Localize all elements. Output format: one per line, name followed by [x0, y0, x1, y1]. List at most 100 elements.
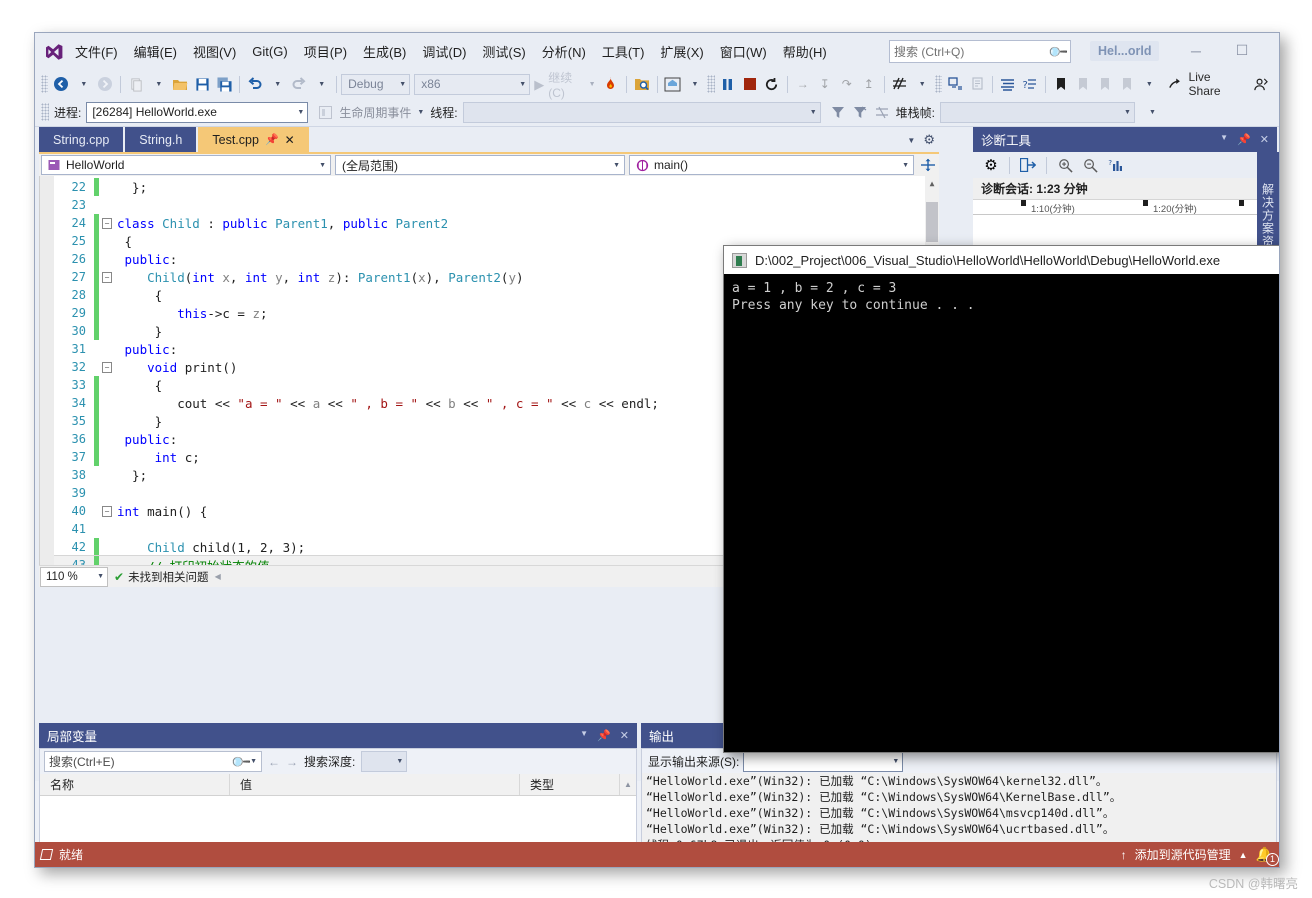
navigate-forward-icon[interactable] [94, 73, 116, 95]
new-item-dropdown-icon[interactable]: ▼ [147, 73, 169, 95]
console-output[interactable]: a = 1 , b = 2 , c = 3 Press any key to c… [724, 274, 1279, 752]
scroll-left-icon[interactable]: ◀ [215, 572, 221, 581]
bookmark-clear-icon[interactable] [1116, 73, 1138, 95]
select-tools-icon[interactable]: ? [1104, 154, 1126, 176]
split-view-icon[interactable] [917, 154, 939, 176]
continue-button[interactable]: ▶ 继续(C) ▼ [530, 71, 599, 100]
bookmark-prev-icon[interactable] [1072, 73, 1094, 95]
locals-search-input[interactable]: 搜索(Ctrl+E) 🔍 ▼ [44, 750, 262, 772]
open-folder-icon[interactable] [169, 73, 191, 95]
navigate-back-icon[interactable] [50, 73, 72, 95]
save-all-icon[interactable] [213, 73, 235, 95]
editor-tab-string-h[interactable]: String.h [125, 127, 197, 152]
menu-window[interactable]: 窗口(W) [713, 38, 774, 65]
editor-tab-test-cpp[interactable]: Test.cpp 📌 ✕ [198, 127, 309, 152]
menu-analyze[interactable]: 分析(N) [535, 38, 593, 65]
menu-debug[interactable]: 调试(D) [415, 38, 473, 65]
column-type[interactable]: 类型 [520, 774, 620, 795]
show-next-statement-icon[interactable]: → [792, 73, 814, 95]
fold-toggle-icon[interactable]: − [99, 361, 115, 373]
send-feedback-icon[interactable] [1249, 73, 1271, 95]
code-line[interactable]: 22 }; [40, 178, 939, 196]
window-layout-icon[interactable] [661, 73, 683, 95]
arrow-left-icon[interactable]: ← [268, 755, 280, 769]
search-input[interactable]: 搜索 (Ctrl+Q) [894, 43, 1050, 60]
toolbar-grip[interactable] [707, 75, 715, 93]
pin-icon[interactable]: 📌 [265, 133, 279, 146]
maximize-icon[interactable]: ☐ [1221, 37, 1263, 64]
restart-icon[interactable] [761, 73, 783, 95]
menu-file[interactable]: 文件(F) [68, 38, 125, 65]
bookmark-next-icon[interactable] [1094, 73, 1116, 95]
minimize-icon[interactable]: ─ [1175, 37, 1217, 64]
code-line[interactable]: 24− class Child : public Parent1, public … [40, 214, 939, 232]
member-select[interactable]: main() ▼ [629, 155, 914, 175]
scrollbar-thumb[interactable] [926, 202, 938, 242]
live-share-button[interactable]: Live Share [1160, 70, 1249, 98]
menu-edit[interactable]: 编辑(E) [127, 38, 184, 65]
solution-configuration-select[interactable]: Debug ▼ [341, 73, 411, 95]
debug-toolbar-overflow-icon[interactable]: ▼ [1141, 101, 1163, 123]
undo-icon[interactable] [244, 73, 266, 95]
redo-icon[interactable] [288, 73, 310, 95]
quick-launch-search[interactable]: 搜索 (Ctrl+Q) 🔍 [889, 40, 1071, 63]
chevron-down-icon[interactable]: ▼ [417, 109, 424, 116]
close-tab-icon[interactable]: ✕ [285, 133, 295, 147]
hot-reload-icon[interactable] [600, 73, 622, 95]
column-name[interactable]: 名称 [40, 774, 230, 795]
code-line[interactable]: 23 [40, 196, 939, 214]
menu-test[interactable]: 测试(S) [475, 38, 532, 65]
save-icon[interactable] [191, 73, 213, 95]
window-layout-dropdown-icon[interactable]: ▼ [683, 73, 705, 95]
chevron-down-icon[interactable]: ▼ [907, 136, 915, 145]
menu-help[interactable]: 帮助(H) [776, 38, 834, 65]
flatten-icon[interactable] [871, 101, 893, 123]
chevron-up-icon[interactable]: ▲ [1239, 850, 1248, 860]
zoom-in-icon[interactable] [1054, 154, 1076, 176]
bell-icon[interactable]: 🔔 1 [1256, 846, 1279, 866]
new-item-icon[interactable] [125, 73, 147, 95]
fold-toggle-icon[interactable]: − [99, 271, 115, 283]
editor-tab-string-cpp[interactable]: String.cpp [39, 127, 124, 152]
toolbar-grip[interactable] [41, 75, 49, 93]
menu-build[interactable]: 生成(B) [356, 38, 413, 65]
add-to-source-control-button[interactable]: 添加到源代码管理 [1135, 846, 1231, 863]
compare-icon[interactable] [889, 73, 911, 95]
menu-tools[interactable]: 工具(T) [595, 38, 652, 65]
indent-icon[interactable] [944, 73, 966, 95]
output-source-select[interactable]: ▼ [743, 750, 904, 772]
close-icon[interactable]: ✕ [1260, 133, 1269, 146]
console-window[interactable]: D:\002_Project\006_Visual_Studio\HelloWo… [723, 245, 1279, 753]
filter-threads-icon[interactable] [849, 101, 871, 123]
solution-platform-select[interactable]: x86 ▼ [414, 73, 531, 95]
fold-toggle-icon[interactable]: − [99, 505, 115, 517]
redo-dropdown-icon[interactable]: ▼ [310, 73, 332, 95]
menu-extensions[interactable]: 扩展(X) [653, 38, 710, 65]
menu-git[interactable]: Git(G) [245, 40, 294, 63]
stackframe-select[interactable]: ▼ [939, 101, 1135, 123]
toolbar-overflow-icon[interactable]: ▼ [1138, 73, 1160, 95]
compare-dropdown-icon[interactable]: ▼ [911, 73, 933, 95]
close-icon[interactable]: ✕ [1267, 37, 1279, 64]
lifecycle-events-icon[interactable] [314, 101, 336, 123]
gear-icon[interactable]: ⚙ [923, 132, 935, 148]
menu-project[interactable]: 项目(P) [297, 38, 354, 65]
scroll-up-icon[interactable]: ▲ [620, 774, 636, 795]
stop-debug-icon[interactable] [739, 73, 761, 95]
pin-icon[interactable]: 📌 [1237, 133, 1251, 146]
thread-select[interactable]: ▼ [462, 101, 821, 123]
fold-toggle-icon[interactable]: − [99, 217, 115, 229]
scroll-up-icon[interactable]: ▲ [925, 176, 939, 190]
comment-icon[interactable] [966, 73, 988, 95]
pause-icon[interactable] [717, 73, 739, 95]
filter-icon[interactable] [827, 101, 849, 123]
menu-view[interactable]: 视图(V) [186, 38, 243, 65]
toolbar-grip[interactable] [41, 103, 49, 121]
zoom-select[interactable]: 110 % ▼ [40, 566, 108, 587]
step-out-icon[interactable]: ↥ [858, 73, 880, 95]
search-depth-select[interactable]: ▼ [361, 751, 408, 772]
console-title-bar[interactable]: D:\002_Project\006_Visual_Studio\HelloWo… [724, 246, 1279, 274]
scope-select[interactable]: (全局范围) ▼ [335, 155, 625, 175]
chevron-down-icon[interactable]: ▼ [580, 729, 588, 742]
bookmark-icon[interactable] [1050, 73, 1072, 95]
